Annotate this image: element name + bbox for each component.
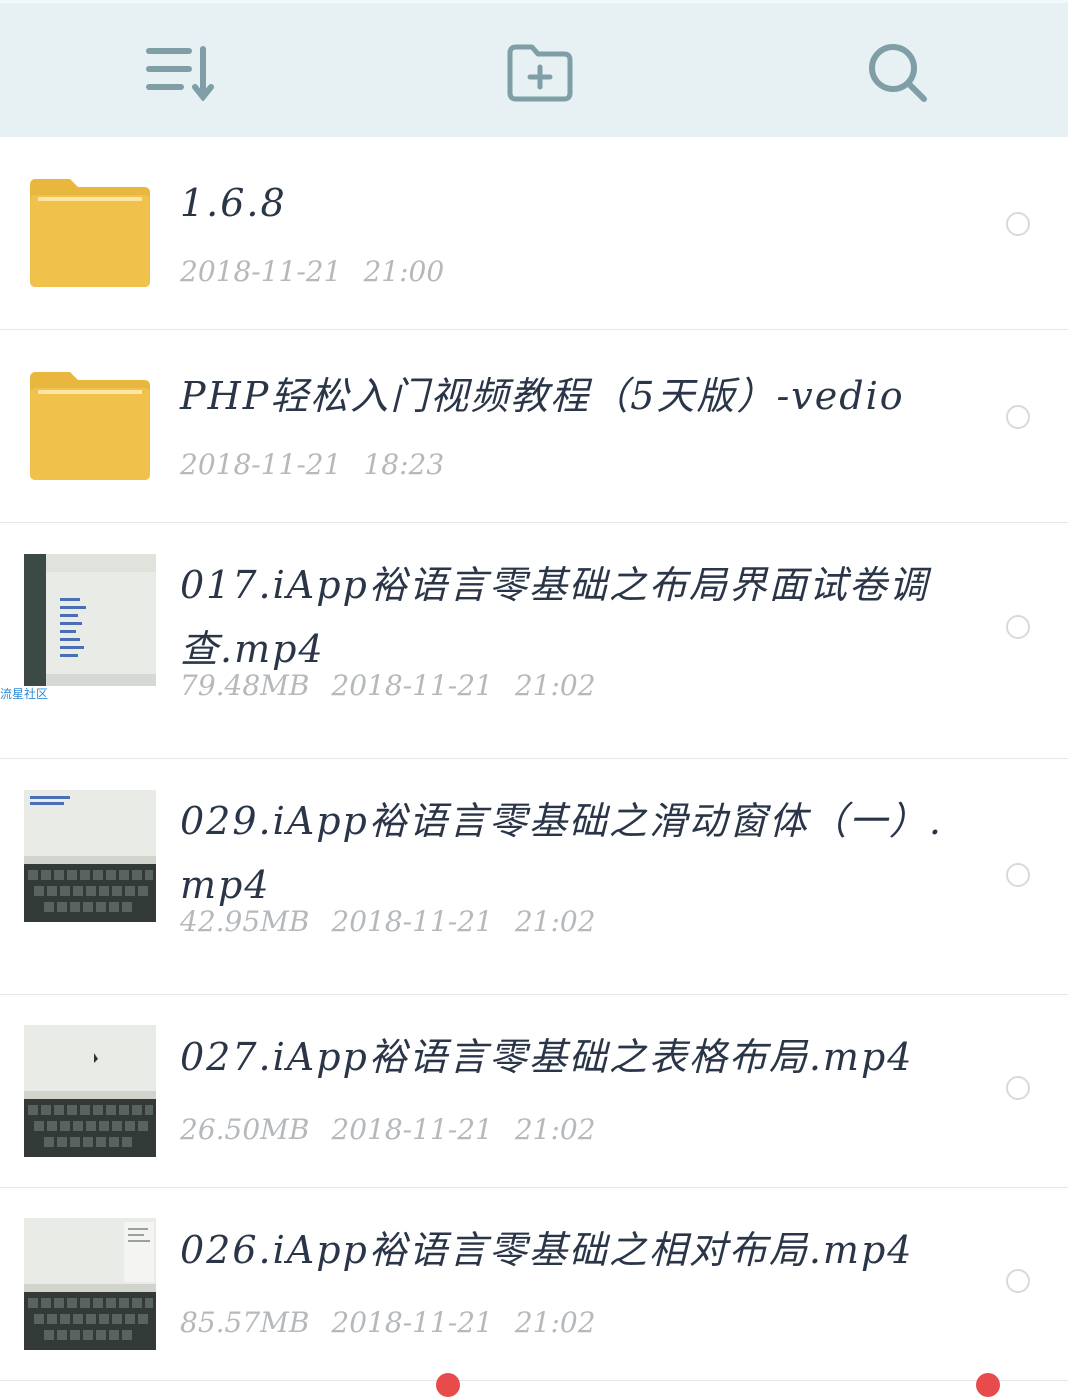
- top-toolbar: [0, 0, 1068, 137]
- notification-badge: [976, 1373, 1000, 1397]
- list-item[interactable]: 026.iApp裕语言零基础之相对布局.mp4 85.57MB 2018-11-2…: [0, 1188, 1068, 1381]
- file-time: 18:23: [363, 448, 445, 481]
- list-item[interactable]: 029.iApp裕语言零基础之滑动窗体（一）.mp4 42.95MB 2018-1…: [0, 759, 1068, 995]
- file-size: 79.48MB: [180, 669, 310, 702]
- file-time: 21:02: [514, 1306, 596, 1339]
- list-item[interactable]: 027.iApp裕语言零基础之表格布局.mp4 26.50MB 2018-11-2…: [0, 995, 1068, 1188]
- folder-icon: [30, 179, 150, 287]
- file-meta: 42.95MB 2018-11-21 21:02: [180, 905, 618, 938]
- file-meta: 26.50MB 2018-11-21 21:02: [180, 1113, 618, 1146]
- folder-plus-icon: [507, 44, 573, 102]
- file-meta: 2018-11-21 18:23: [180, 448, 466, 481]
- watermark-label: 流星社区: [0, 687, 49, 701]
- list-item[interactable]: 017.iApp裕语言零基础之布局界面试卷调查.mp4 79.48MB 2018-…: [0, 523, 1068, 759]
- video-thumbnail: [24, 790, 156, 922]
- file-size: 85.57MB: [180, 1306, 310, 1339]
- file-name: PHP轻松入门视频教程（5天版）-vedio: [180, 374, 905, 418]
- file-time: 21:00: [363, 255, 445, 288]
- file-name: 029.iApp裕语言零基础之滑动窗体（一）.mp4: [180, 799, 943, 907]
- select-radio[interactable]: [1006, 1076, 1030, 1100]
- file-name: 026.iApp裕语言零基础之相对布局.mp4: [180, 1228, 914, 1272]
- list-item[interactable]: 1.6.8 2018-11-21 21:00: [0, 137, 1068, 330]
- file-meta: 2018-11-21 21:00: [180, 255, 466, 288]
- file-meta: 85.57MB 2018-11-21 21:02: [180, 1306, 618, 1339]
- file-date: 2018-11-21: [331, 669, 493, 702]
- video-thumbnail: [24, 1025, 156, 1157]
- sort-list-icon: [146, 46, 214, 101]
- file-date: 2018-11-21: [180, 255, 342, 288]
- sort-button[interactable]: [136, 33, 226, 113]
- search-button[interactable]: [853, 33, 943, 113]
- file-time: 21:02: [514, 1113, 596, 1146]
- file-size: 26.50MB: [180, 1113, 310, 1146]
- file-name: 027.iApp裕语言零基础之表格布局.mp4: [180, 1035, 914, 1079]
- notification-badge: [436, 1373, 460, 1397]
- file-time: 21:02: [514, 905, 596, 938]
- file-meta: 79.48MB 2018-11-21 21:02: [180, 669, 618, 702]
- file-name: 017.iApp裕语言零基础之布局界面试卷调查.mp4: [180, 563, 929, 671]
- select-radio[interactable]: [1006, 615, 1030, 639]
- select-radio[interactable]: [1006, 212, 1030, 236]
- search-icon: [869, 44, 927, 102]
- new-folder-button[interactable]: [495, 33, 585, 113]
- list-item[interactable]: PHP轻松入门视频教程（5天版）-vedio 2018-11-21 18:23: [0, 330, 1068, 523]
- folder-icon: [30, 372, 150, 480]
- file-list: 1.6.8 2018-11-21 21:00 PHP轻松入门视频教程（5天版）-v…: [0, 137, 1068, 1381]
- file-date: 2018-11-21: [331, 905, 493, 938]
- select-radio[interactable]: [1006, 863, 1030, 887]
- file-date: 2018-11-21: [331, 1113, 493, 1146]
- file-time: 21:02: [514, 669, 596, 702]
- video-thumbnail: [24, 554, 156, 686]
- file-name: 1.6.8: [180, 181, 287, 225]
- video-thumbnail: [24, 1218, 156, 1350]
- file-date: 2018-11-21: [180, 448, 342, 481]
- select-radio[interactable]: [1006, 405, 1030, 429]
- file-date: 2018-11-21: [331, 1306, 493, 1339]
- select-radio[interactable]: [1006, 1269, 1030, 1293]
- file-size: 42.95MB: [180, 905, 310, 938]
